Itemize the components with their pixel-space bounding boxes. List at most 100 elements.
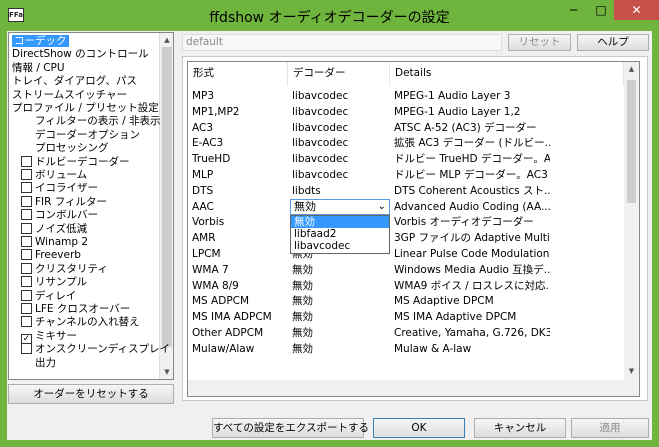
- tree-item[interactable]: ボリューム: [21, 169, 87, 182]
- column-header-format[interactable]: 形式: [188, 62, 288, 86]
- table-scroll-thumb[interactable]: [627, 80, 636, 203]
- scroll-down-arrow-icon[interactable]: ▼: [624, 364, 639, 378]
- table-row[interactable]: LPCM 無効 Linear Pulse Code Modulation: [188, 246, 624, 262]
- maximize-button[interactable]: □: [588, 0, 614, 20]
- preset-reset-button[interactable]: リセット: [508, 34, 571, 51]
- tree-scrollbar[interactable]: ▲ ▼: [159, 33, 173, 379]
- table-row[interactable]: MP1,MP2 libavcodec MPEG-1 Audio Layer 1,2: [188, 104, 624, 120]
- tree-item[interactable]: Freeverb: [21, 249, 81, 262]
- help-button[interactable]: ヘルプ: [577, 34, 649, 51]
- ok-button[interactable]: OK: [373, 418, 465, 438]
- decoder-combo[interactable]: 無効 ⌄: [290, 198, 390, 215]
- decoder-cell[interactable]: libdts: [288, 183, 388, 199]
- decoder-cell[interactable]: 無効: [288, 262, 388, 278]
- table-row[interactable]: MLP libavcodec ドルビー MLP デコーダー。AC3 デコード...: [188, 167, 624, 183]
- tree-item[interactable]: コンボルバー: [21, 209, 98, 222]
- dropdown-option[interactable]: libfaad2: [291, 228, 389, 240]
- tree-item[interactable]: プロセッシング: [35, 142, 109, 155]
- apply-button[interactable]: 適用: [571, 418, 649, 438]
- settings-tree[interactable]: ▲ ▼ コーデック DirectShow のコントロール 情報 / CPU トレイ、ダ…: [8, 32, 174, 380]
- preset-combo[interactable]: default: [182, 34, 502, 51]
- decoder-cell[interactable]: 無効: [288, 341, 388, 357]
- tree-item[interactable]: クリスタリティ: [21, 262, 108, 276]
- tree-item[interactable]: オンスクリーンディスプレイ: [21, 343, 170, 356]
- checkbox[interactable]: [21, 209, 32, 221]
- table-row[interactable]: Vorbis Vorbis オーディオデコーダー: [188, 214, 624, 230]
- table-vertical-scrollbar[interactable]: ▲ ▼: [624, 62, 639, 396]
- table-row[interactable]: MS IMA ADPCM 無効 MS IMA Adaptive DPCM: [188, 309, 624, 325]
- tree-item[interactable]: ディレイ: [21, 289, 76, 303]
- tree-item[interactable]: ストリームスイッチャー: [12, 89, 127, 102]
- decoder-cell[interactable]: libavcodec: [288, 151, 388, 167]
- tree-item[interactable]: リサンプル: [21, 276, 87, 289]
- table-horizontal-scrollbar[interactable]: [188, 380, 624, 396]
- table-row[interactable]: WMA 7 無効 Windows Media Audio 互換デ...: [188, 262, 624, 278]
- scroll-down-arrow-icon[interactable]: ▼: [160, 365, 173, 379]
- decoder-cell[interactable]: 無効: [288, 309, 388, 325]
- tree-item[interactable]: 情報 / CPU: [12, 62, 65, 75]
- table-row[interactable]: DTS libdts DTS Coherent Acoustics スト...: [188, 183, 624, 199]
- tree-item[interactable]: 出力: [35, 357, 56, 370]
- tree-scroll-thumb[interactable]: [162, 47, 172, 347]
- checkbox[interactable]: [21, 262, 32, 274]
- checkbox[interactable]: [21, 343, 32, 355]
- minimize-button[interactable]: ─: [560, 0, 587, 20]
- table-row[interactable]: MS ADPCM 無効 MS Adaptive DPCM: [188, 293, 624, 309]
- tree-item[interactable]: チャンネルの入れ替え: [21, 316, 140, 329]
- column-header-decoder[interactable]: デコーダー: [288, 62, 390, 86]
- decoder-cell[interactable]: libavcodec: [288, 104, 388, 120]
- tree-item[interactable]: LFE クロスオーバー: [21, 303, 130, 316]
- decoder-cell[interactable]: 無効: [288, 293, 388, 309]
- tree-item[interactable]: コーデック: [12, 35, 69, 48]
- reset-order-button[interactable]: オーダーをリセットする: [8, 384, 174, 404]
- tree-item[interactable]: ✓ ミキサー: [21, 330, 77, 345]
- table-row[interactable]: TrueHD libavcodec ドルビー TrueHD デコーダー。A...: [188, 151, 624, 167]
- decoder-cell[interactable]: libavcodec: [288, 88, 388, 104]
- checkbox[interactable]: [21, 195, 32, 207]
- checkbox[interactable]: [21, 276, 32, 288]
- tree-item[interactable]: ドルビーデコーダー: [21, 155, 130, 169]
- tree-item[interactable]: プロファイル / プリセット設定: [12, 102, 159, 115]
- decoder-cell[interactable]: 無効: [288, 325, 388, 341]
- checkbox[interactable]: [21, 236, 32, 247]
- dropdown-option[interactable]: 無効: [291, 215, 389, 228]
- table-row[interactable]: AAC無効Advanced Audio Coding (AA...無効⌄無効li…: [188, 198, 624, 254]
- close-button[interactable]: ✕: [614, 0, 659, 20]
- tree-item[interactable]: DirectShow のコントロール: [12, 48, 149, 61]
- checkbox[interactable]: [21, 169, 32, 180]
- tree-item[interactable]: ノイズ低減: [21, 222, 87, 236]
- table-row[interactable]: MP3 libavcodec MPEG-1 Audio Layer 3: [188, 88, 624, 104]
- decoder-cell[interactable]: libavcodec: [288, 135, 388, 151]
- scroll-up-arrow-icon[interactable]: ▲: [160, 33, 173, 47]
- decoder-cell[interactable]: libavcodec: [288, 120, 388, 136]
- table-row[interactable]: WMA 8/9 無効 WMA9 ボイス / ロスレスに対応...: [188, 278, 624, 294]
- tree-item[interactable]: フィルターの表示 / 非表示: [35, 115, 161, 128]
- scroll-up-arrow-icon[interactable]: ▲: [624, 62, 639, 76]
- checkbox[interactable]: [21, 316, 32, 328]
- cancel-button[interactable]: キャンセル: [474, 418, 566, 438]
- tree-item[interactable]: FIR フィルター: [21, 195, 107, 209]
- checkbox[interactable]: [21, 249, 32, 261]
- column-header-details[interactable]: Details: [390, 62, 624, 86]
- checkbox[interactable]: [21, 303, 32, 314]
- checkbox[interactable]: [21, 222, 32, 234]
- table-row[interactable]: AMR 3GP ファイルの Adaptive Multi...: [188, 230, 624, 246]
- chevron-down-icon[interactable]: ⌄: [378, 200, 386, 214]
- tree-item[interactable]: Winamp 2: [21, 236, 88, 249]
- tree-item[interactable]: トレイ、ダイアログ、パス: [12, 75, 137, 88]
- table-row[interactable]: Mulaw/Alaw 無効 Mulaw & A-law: [188, 341, 624, 357]
- table-row[interactable]: Other ADPCM 無効 Creative, Yamaha, G.726, DK…: [188, 325, 624, 341]
- codec-table[interactable]: 形式 デコーダー Details ▲ ▼ MP3 libavcodec MPEG-1…: [187, 61, 640, 397]
- dropdown-option[interactable]: libavcodec: [291, 240, 389, 252]
- checkbox[interactable]: [21, 289, 32, 301]
- table-row[interactable]: AC3 libavcodec ATSC A-52 (AC3) デコーダー: [188, 120, 624, 136]
- tree-item[interactable]: デコーダーオプション: [35, 129, 140, 142]
- export-settings-button[interactable]: すべての設定をエクスポートする: [212, 418, 369, 438]
- decoder-cell[interactable]: 無効: [288, 278, 388, 294]
- checkbox[interactable]: [21, 182, 32, 194]
- table-row[interactable]: E-AC3 libavcodec 拡張 AC3 デコーダー (ドルビー...: [188, 135, 624, 151]
- checkbox[interactable]: [21, 155, 32, 167]
- decoder-cell[interactable]: libavcodec: [288, 167, 388, 183]
- decoder-dropdown-list[interactable]: 無効 libfaad2 libavcodec: [290, 214, 390, 254]
- tree-item[interactable]: イコライザー: [21, 182, 98, 195]
